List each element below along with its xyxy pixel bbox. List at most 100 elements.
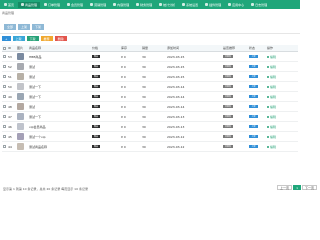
- edit-link[interactable]: 编辑: [267, 75, 279, 79]
- edit-link[interactable]: 编辑: [267, 65, 279, 69]
- status-toggle[interactable]: 上架: [249, 55, 267, 58]
- product-thumbnail: [17, 103, 29, 110]
- edit-link[interactable]: 编辑: [267, 105, 279, 109]
- status-toggle[interactable]: 上架: [249, 65, 267, 68]
- header-name: 商品名称: [29, 46, 42, 50]
- nav-tab-5[interactable]: 内容管理: [110, 2, 132, 8]
- product-thumbnail: [17, 83, 29, 90]
- marketing-icon: [90, 3, 94, 6]
- product-thumbnail: [17, 53, 29, 60]
- product-price: ¥ 0: [121, 64, 126, 69]
- recommend-button[interactable]: 推荐: [40, 36, 53, 41]
- on-sale-button[interactable]: 上架: [12, 36, 25, 41]
- nav-tab-7[interactable]: 统计分析: [156, 2, 178, 8]
- table-row: 50 测试一下 精品 ¥ 0 30 2023-03-14 未推荐 上架 编辑: [2, 82, 298, 92]
- table-row: 52 测试 精品 ¥ 0 30 2023-03-15 未推荐 上架 编辑: [2, 62, 298, 72]
- recommend-badge: 未推荐: [223, 115, 234, 118]
- off-sale-button[interactable]: 下架: [26, 36, 39, 41]
- delete-button[interactable]: 删除: [54, 36, 67, 41]
- recommend-badge: 未推荐: [223, 75, 234, 78]
- product-price: ¥ 0: [121, 134, 126, 139]
- nav-tab-4[interactable]: 营销管理: [87, 2, 109, 8]
- filter-bar: 全部 上架 下架: [4, 24, 45, 30]
- table-header: ID 图片 商品名称 价格 库存 销量 添加时间 是否推荐 状态 操作: [2, 45, 298, 52]
- home-icon: [4, 3, 7, 6]
- add-button[interactable]: +: [2, 36, 11, 41]
- product-price: ¥ 0: [121, 124, 126, 129]
- edit-link[interactable]: 编辑: [267, 125, 279, 129]
- filter-off-sale[interactable]: 下架: [32, 24, 45, 30]
- recommend-badge: 未推荐: [223, 125, 234, 128]
- page-1-button[interactable]: 1: [293, 185, 301, 190]
- row-id: 53: [8, 54, 12, 59]
- product-name: HBB商品: [29, 54, 42, 59]
- nav-tab-0[interactable]: 首页: [1, 2, 17, 8]
- status-toggle[interactable]: 上架: [249, 115, 267, 118]
- product-sales: 30: [142, 74, 146, 79]
- edit-link[interactable]: 编辑: [267, 95, 279, 99]
- product-time: 2023-03-15: [167, 74, 185, 79]
- prev-page-button[interactable]: 上一页: [277, 185, 293, 190]
- next-page-button[interactable]: 下一页: [301, 185, 317, 190]
- product-sales: 30: [142, 54, 146, 59]
- header-status: 状态: [249, 46, 256, 50]
- edit-icon: [267, 105, 269, 108]
- product-price: ¥ 0: [121, 144, 126, 149]
- status-toggle[interactable]: 上架: [249, 75, 267, 78]
- product-price: ¥ 0: [121, 94, 126, 99]
- product-sales: 30: [142, 144, 146, 149]
- status-toggle[interactable]: 上架: [249, 95, 267, 98]
- product-name: 测试商品名称: [29, 144, 48, 149]
- product-sales: 30: [142, 84, 146, 89]
- row-id: 46: [8, 124, 12, 129]
- recommend-badge: 未推荐: [223, 55, 234, 58]
- header-id: ID: [8, 46, 12, 50]
- edit-link[interactable]: 编辑: [267, 115, 279, 119]
- nav-tab-6[interactable]: 财务管理: [133, 2, 155, 8]
- status-toggle[interactable]: 上架: [249, 85, 267, 88]
- edit-link[interactable]: 编辑: [267, 135, 279, 139]
- product-price: ¥ 0: [121, 104, 126, 109]
- nav-tab-3[interactable]: 会员管理: [64, 2, 86, 8]
- edit-link[interactable]: 编辑: [267, 145, 279, 149]
- product-sales: 30: [142, 64, 146, 69]
- edit-icon: [267, 75, 269, 78]
- header-image: 图片: [17, 46, 24, 50]
- status-toggle[interactable]: 上架: [249, 105, 267, 108]
- row-id: 50: [8, 84, 12, 89]
- product-tag: 精品: [92, 75, 101, 78]
- product-time: 2023-03-14: [167, 84, 185, 89]
- product-name: 测试一下: [29, 94, 42, 99]
- product-time: 2023-03-12: [167, 144, 185, 149]
- recommend-badge: 未推荐: [223, 65, 234, 68]
- nav-tab-2[interactable]: 订单管理: [41, 2, 63, 8]
- table-row: 51 测试 精品 ¥ 0 30 2023-03-15 未推荐 上架 编辑: [2, 72, 298, 82]
- log-icon: [251, 3, 255, 6]
- filter-all[interactable]: 全部: [4, 24, 17, 30]
- product-thumbnail: [17, 143, 29, 150]
- nav-tab-1[interactable]: 商品管理: [18, 1, 41, 8]
- product-tag: 精品: [92, 105, 101, 108]
- edit-link[interactable]: 编辑: [267, 55, 279, 59]
- status-toggle[interactable]: 上架: [249, 125, 267, 128]
- header-recommend: 是否推荐: [223, 46, 236, 50]
- edit-link[interactable]: 编辑: [267, 85, 279, 89]
- product-sales: 30: [142, 124, 146, 129]
- product-tag: 精品: [92, 135, 101, 138]
- status-toggle[interactable]: 上架: [249, 135, 267, 138]
- product-tag: 精品: [92, 145, 101, 148]
- nav-tab-11[interactable]: 日志管理: [248, 2, 270, 8]
- product-name: 测试: [29, 64, 36, 69]
- plugin-icon: [205, 3, 209, 6]
- nav-tab-9[interactable]: 插件管理: [202, 2, 224, 8]
- product-time: 2023-03-13: [167, 114, 185, 119]
- order-icon: [44, 3, 48, 6]
- product-sales: 30: [142, 104, 146, 109]
- table-row: 53 HBB商品 精品 ¥ 0 30 2023-03-15 未推荐 上架 编辑: [2, 52, 298, 62]
- product-price: ¥ 0: [121, 114, 126, 119]
- status-toggle[interactable]: 上架: [249, 145, 267, 148]
- nav-tab-10[interactable]: 应用中心: [225, 2, 247, 8]
- product-table: ID 图片 商品名称 价格 库存 销量 添加时间 是否推荐 状态 操作 53 HB…: [2, 45, 298, 152]
- filter-on-sale[interactable]: 上架: [18, 24, 31, 30]
- nav-tab-8[interactable]: 系统设置: [179, 2, 201, 8]
